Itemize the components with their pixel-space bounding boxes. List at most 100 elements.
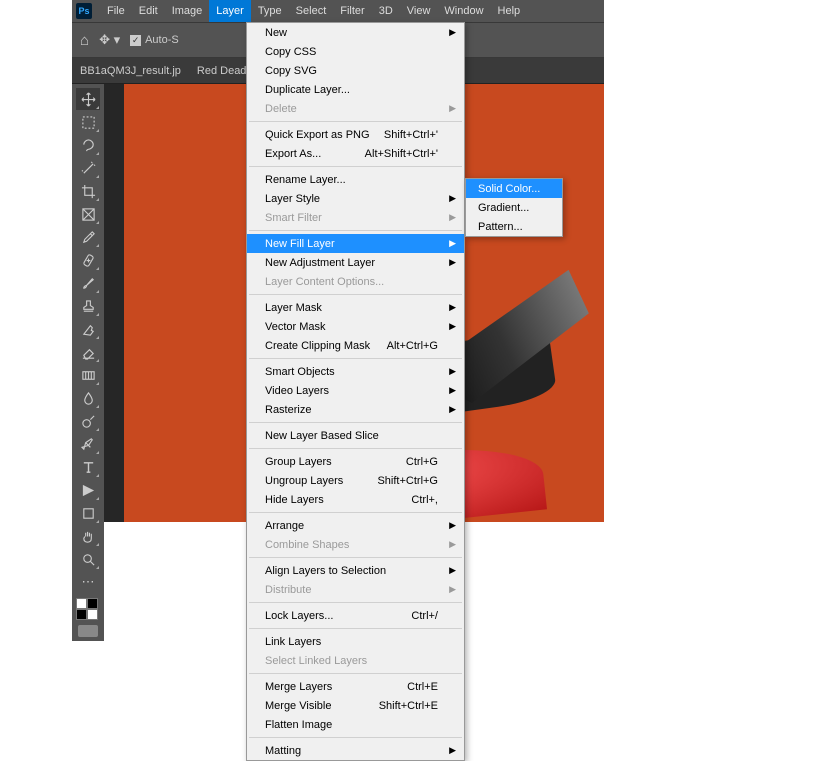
color-swatches[interactable] xyxy=(76,598,100,620)
submenu-arrow-icon: ▶ xyxy=(449,366,456,377)
submenu-arrow-icon: ▶ xyxy=(449,584,456,595)
menu-item-layer-content-options: Layer Content Options... xyxy=(247,272,464,291)
tools-panel: ⋯ xyxy=(72,84,104,641)
eyedrop-tool[interactable] xyxy=(76,226,100,248)
menu-separator xyxy=(249,230,462,231)
menu-separator xyxy=(249,294,462,295)
menu-item-combine-shapes: Combine Shapes▶ xyxy=(247,535,464,554)
menu-item-new-fill-layer[interactable]: New Fill Layer▶ xyxy=(247,234,464,253)
menu-edit[interactable]: Edit xyxy=(132,0,165,22)
wand-tool[interactable] xyxy=(76,157,100,179)
menu-item-rasterize[interactable]: Rasterize▶ xyxy=(247,400,464,419)
auto-select-checkbox[interactable]: ✓Auto-S xyxy=(130,34,179,46)
menu-item-video-layers[interactable]: Video Layers▶ xyxy=(247,381,464,400)
submenu-arrow-icon: ▶ xyxy=(449,302,456,313)
frame-tool[interactable] xyxy=(76,203,100,225)
brush-tool[interactable] xyxy=(76,272,100,294)
app-logo[interactable]: Ps xyxy=(76,3,92,19)
menu-3d[interactable]: 3D xyxy=(372,0,400,22)
menu-type[interactable]: Type xyxy=(251,0,289,22)
menu-select[interactable]: Select xyxy=(289,0,334,22)
submenu-arrow-icon: ▶ xyxy=(449,257,456,268)
menu-item-export-as[interactable]: Export As...Alt+Shift+Ctrl+' xyxy=(247,144,464,163)
document-tab[interactable]: BB1aQM3J_result.jp xyxy=(80,65,181,77)
menu-item-matting[interactable]: Matting▶ xyxy=(247,741,464,760)
edit-toolbar[interactable]: ⋯ xyxy=(76,571,100,593)
menu-help[interactable]: Help xyxy=(491,0,528,22)
menu-item-smart-objects[interactable]: Smart Objects▶ xyxy=(247,362,464,381)
menu-item-vector-mask[interactable]: Vector Mask▶ xyxy=(247,317,464,336)
text-tool[interactable] xyxy=(76,456,100,478)
menu-item-link-layers[interactable]: Link Layers xyxy=(247,632,464,651)
menu-item-new[interactable]: New▶ xyxy=(247,23,464,42)
menu-image[interactable]: Image xyxy=(165,0,210,22)
submenu-item-solid-color[interactable]: Solid Color... xyxy=(466,179,562,198)
move-tool-icon[interactable]: ✥ ▾ xyxy=(99,32,120,48)
blur-tool[interactable] xyxy=(76,387,100,409)
submenu-arrow-icon: ▶ xyxy=(449,385,456,396)
submenu-item-gradient[interactable]: Gradient... xyxy=(466,198,562,217)
menu-item-lock-layers[interactable]: Lock Layers...Ctrl+/ xyxy=(247,606,464,625)
menu-item-layer-mask[interactable]: Layer Mask▶ xyxy=(247,298,464,317)
zoom-tool[interactable] xyxy=(76,548,100,570)
pen-tool[interactable] xyxy=(76,433,100,455)
menu-item-distribute: Distribute▶ xyxy=(247,580,464,599)
submenu-arrow-icon: ▶ xyxy=(449,404,456,415)
menu-item-copy-svg[interactable]: Copy SVG xyxy=(247,61,464,80)
path-tool[interactable] xyxy=(76,479,100,501)
menu-layer[interactable]: Layer xyxy=(209,0,251,22)
menu-separator xyxy=(249,422,462,423)
menu-item-group-layers[interactable]: Group LayersCtrl+G xyxy=(247,452,464,471)
menu-item-arrange[interactable]: Arrange▶ xyxy=(247,516,464,535)
menu-item-create-clipping-mask[interactable]: Create Clipping MaskAlt+Ctrl+G xyxy=(247,336,464,355)
heal-tool[interactable] xyxy=(76,249,100,271)
menu-item-ungroup-layers[interactable]: Ungroup LayersShift+Ctrl+G xyxy=(247,471,464,490)
dodge-tool[interactable] xyxy=(76,410,100,432)
quick-mask-toggle[interactable] xyxy=(78,625,98,637)
history-tool[interactable] xyxy=(76,318,100,340)
menu-separator xyxy=(249,673,462,674)
home-icon[interactable]: ⌂ xyxy=(80,32,89,49)
submenu-arrow-icon: ▶ xyxy=(449,565,456,576)
menu-item-align-layers-to-selection[interactable]: Align Layers to Selection▶ xyxy=(247,561,464,580)
menu-item-hide-layers[interactable]: Hide LayersCtrl+, xyxy=(247,490,464,509)
move-tool[interactable] xyxy=(76,88,100,110)
menu-separator xyxy=(249,358,462,359)
menu-item-quick-export-as-png[interactable]: Quick Export as PNGShift+Ctrl+' xyxy=(247,125,464,144)
menu-separator xyxy=(249,628,462,629)
menu-item-select-linked-layers: Select Linked Layers xyxy=(247,651,464,670)
menu-file[interactable]: File xyxy=(100,0,132,22)
menu-separator xyxy=(249,557,462,558)
menu-item-flatten-image[interactable]: Flatten Image xyxy=(247,715,464,734)
lasso-tool[interactable] xyxy=(76,134,100,156)
submenu-arrow-icon: ▶ xyxy=(449,321,456,332)
crop-tool[interactable] xyxy=(76,180,100,202)
menu-item-new-adjustment-layer[interactable]: New Adjustment Layer▶ xyxy=(247,253,464,272)
hand-tool[interactable] xyxy=(76,525,100,547)
menu-item-new-layer-based-slice[interactable]: New Layer Based Slice xyxy=(247,426,464,445)
submenu-arrow-icon: ▶ xyxy=(449,27,456,38)
shape-tool[interactable] xyxy=(76,502,100,524)
stamp-tool[interactable] xyxy=(76,295,100,317)
gradient-tool[interactable] xyxy=(76,364,100,386)
menu-item-layer-style[interactable]: Layer Style▶ xyxy=(247,189,464,208)
menu-separator xyxy=(249,121,462,122)
menu-window[interactable]: Window xyxy=(437,0,490,22)
menu-view[interactable]: View xyxy=(400,0,438,22)
menu-item-duplicate-layer[interactable]: Duplicate Layer... xyxy=(247,80,464,99)
menu-item-copy-css[interactable]: Copy CSS xyxy=(247,42,464,61)
submenu-arrow-icon: ▶ xyxy=(449,539,456,550)
menu-item-merge-layers[interactable]: Merge LayersCtrl+E xyxy=(247,677,464,696)
submenu-arrow-icon: ▶ xyxy=(449,745,456,756)
menu-item-merge-visible[interactable]: Merge VisibleShift+Ctrl+E xyxy=(247,696,464,715)
menu-item-smart-filter: Smart Filter▶ xyxy=(247,208,464,227)
menu-filter[interactable]: Filter xyxy=(333,0,371,22)
eraser-tool[interactable] xyxy=(76,341,100,363)
submenu-item-pattern[interactable]: Pattern... xyxy=(466,217,562,236)
canvas-pasteboard xyxy=(104,84,124,522)
layer-menu-dropdown: New▶Copy CSSCopy SVGDuplicate Layer...De… xyxy=(246,22,465,761)
menu-item-rename-layer[interactable]: Rename Layer... xyxy=(247,170,464,189)
menu-separator xyxy=(249,602,462,603)
marquee-tool[interactable] xyxy=(76,111,100,133)
submenu-arrow-icon: ▶ xyxy=(449,238,456,249)
